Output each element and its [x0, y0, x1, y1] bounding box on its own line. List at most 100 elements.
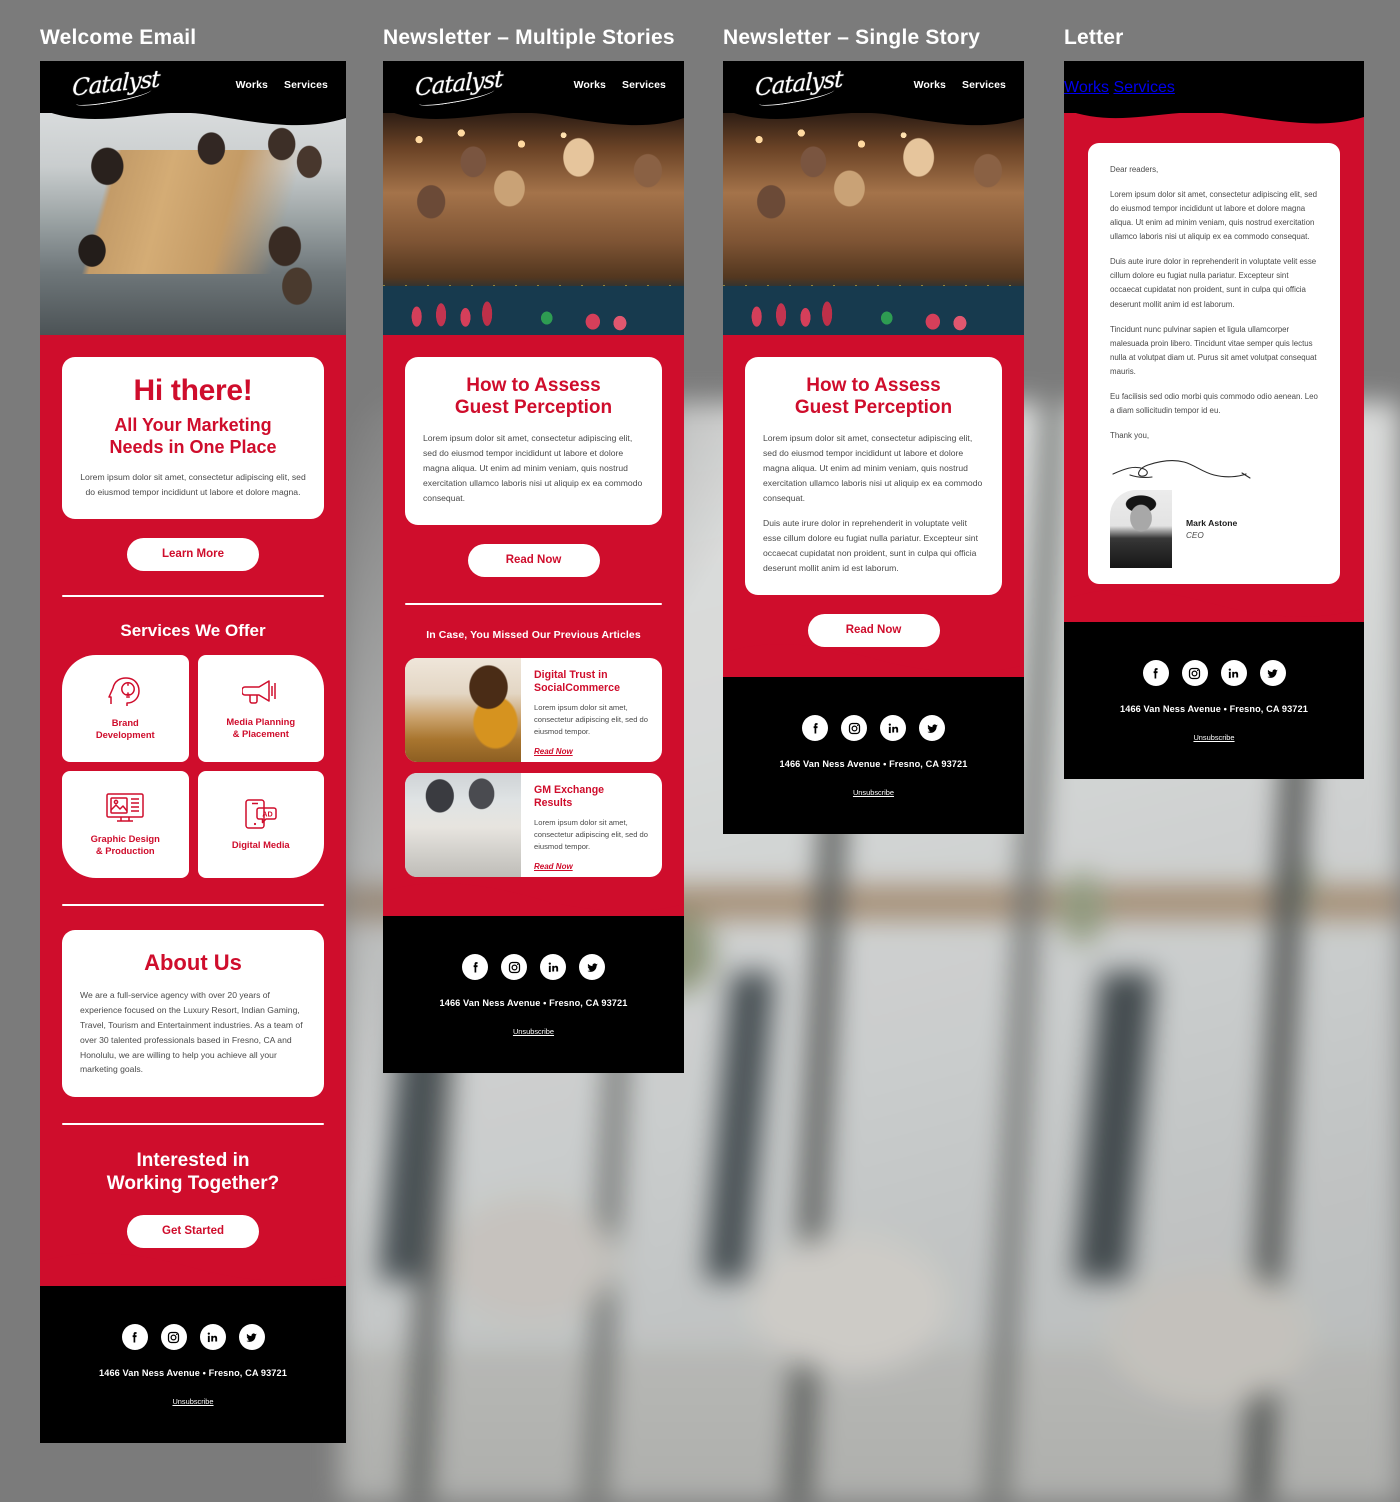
about-title: About Us	[144, 950, 242, 976]
facebook-icon[interactable]	[462, 954, 488, 981]
service-label-brand-development: Brand Development	[96, 717, 155, 741]
nav-link-services[interactable]: Services	[622, 79, 666, 91]
contact-cta-title: Interested in Working Together?	[40, 1149, 346, 1195]
footer-wave-divider	[40, 1253, 346, 1287]
unsubscribe-link[interactable]: Unsubscribe	[513, 1027, 554, 1036]
footer-address: 1466 Van Ness Avenue • Fresno, CA 93721	[99, 1368, 287, 1379]
welcome-subheadline-line1: All Your Marketing	[114, 415, 272, 436]
get-started-button[interactable]: Get Started	[127, 1215, 259, 1249]
services-grid: Brand Development Media Planning & Place…	[40, 655, 346, 879]
twitter-icon[interactable]	[919, 715, 945, 742]
lead-story-card: How to Assess Guest Perception Lorem ips…	[405, 357, 662, 526]
nav-link-works[interactable]: Works	[574, 79, 606, 91]
email-header: Catalyst Works Services	[383, 61, 684, 126]
header-wave-divider	[383, 109, 684, 126]
article0-l1: Digital Trust in	[534, 669, 608, 682]
service-card-brand-development[interactable]: Brand Development	[62, 655, 189, 763]
instagram-icon[interactable]	[160, 1324, 187, 1351]
facebook-icon[interactable]	[121, 1324, 148, 1351]
social-links	[383, 954, 684, 981]
header-wave-divider	[723, 109, 1024, 126]
twitter-icon[interactable]	[579, 954, 605, 981]
article-title: Digital Trust in SocialCommerce	[534, 669, 650, 694]
service-label-digital-media: Digital Media	[232, 839, 290, 851]
column-title-letter: Letter	[1064, 26, 1124, 49]
about-block: About Us We are a full-service agency wi…	[40, 930, 346, 1098]
single-title-line2: Guest Perception	[794, 397, 953, 419]
unsubscribe-link[interactable]: Unsubscribe	[1193, 733, 1234, 742]
catalyst-logo[interactable]: Catalyst	[72, 66, 160, 101]
casino-photo	[723, 113, 1024, 335]
column-letter: Letter Catalyst Works Services Dear read…	[1064, 26, 1364, 779]
nav-link-works[interactable]: Works	[1064, 79, 1109, 96]
column-title-newsletter-single: Newsletter – Single Story	[723, 26, 981, 49]
article-read-now-link[interactable]: Read Now	[534, 862, 573, 871]
signer-name: Mark Astone	[1186, 518, 1238, 528]
svg-text:AD: AD	[262, 810, 272, 819]
welcome-headline: Hi there!	[133, 374, 253, 407]
article-row[interactable]: GM Exchange Results Lorem ipsum dolor si…	[405, 773, 662, 878]
linkedin-icon[interactable]	[880, 715, 906, 742]
divider-rule-1	[405, 603, 662, 606]
welcome-hero-image	[40, 113, 346, 335]
article-read-now-link[interactable]: Read Now	[534, 747, 573, 756]
read-now-button[interactable]: Read Now	[467, 544, 600, 578]
instagram-icon[interactable]	[501, 954, 527, 981]
about-card: About Us We are a full-service agency wi…	[62, 930, 324, 1098]
signer-block: Mark Astone CEO	[1110, 490, 1318, 568]
footer-address: 1466 Van Ness Avenue • Fresno, CA 93721	[1120, 704, 1308, 714]
nav-link-services[interactable]: Services	[284, 79, 328, 91]
linkedin-icon[interactable]	[199, 1324, 226, 1351]
linkedin-icon[interactable]	[540, 954, 566, 981]
column-title-welcome: Welcome Email	[40, 26, 197, 49]
learn-more-button[interactable]: Learn More	[127, 538, 259, 572]
mark-astone-headshot	[1110, 490, 1172, 568]
article-text: GM Exchange Results Lorem ipsum dolor si…	[521, 773, 662, 877]
letter-card: Dear readers, Lorem ipsum dolor sit amet…	[1088, 143, 1340, 584]
cta2-line1: Interested in	[136, 1150, 250, 1172]
newsletter-single-template: Catalyst Works Services How to Assess Gu…	[723, 61, 1024, 835]
monitor-design-icon	[105, 792, 145, 824]
service-card-media-planning[interactable]: Media Planning & Placement	[197, 655, 324, 763]
footer-address: 1466 Van Ness Avenue • Fresno, CA 93721	[439, 998, 628, 1009]
welcome-subheadline: All Your Marketing Needs in One Place	[80, 415, 306, 457]
nav-link-works[interactable]: Works	[914, 79, 946, 91]
facebook-icon[interactable]	[802, 715, 828, 742]
header-nav: Works Services	[1064, 79, 1364, 97]
facebook-icon[interactable]	[1142, 660, 1169, 686]
newsletter-multiple-template: Catalyst Works Services How to Assess Gu…	[383, 61, 684, 1074]
letter-footer: 1466 Van Ness Avenue • Fresno, CA 93721 …	[1064, 589, 1364, 779]
instagram-icon[interactable]	[841, 715, 867, 742]
nav-link-services[interactable]: Services	[962, 79, 1006, 91]
catalyst-logo[interactable]: Catalyst	[755, 66, 843, 101]
twitter-icon[interactable]	[1259, 660, 1286, 686]
lead-story-body: Lorem ipsum dolor sit amet, consectetur …	[423, 433, 643, 503]
linkedin-icon[interactable]	[1220, 660, 1247, 686]
service-card-graphic-design[interactable]: Graphic Design & Production	[62, 771, 189, 879]
catalyst-logo[interactable]: Catalyst	[1064, 61, 1364, 79]
service-card-digital-media[interactable]: AD Digital Media	[197, 771, 324, 879]
newsletter-hero-image	[723, 113, 1024, 335]
column-newsletter-multiple: Newsletter – Multiple Stories Catalyst W…	[383, 26, 684, 1074]
unsubscribe-link[interactable]: Unsubscribe	[853, 788, 894, 797]
article-title: GM Exchange Results	[534, 784, 650, 809]
svc3-l1: Digital Media	[231, 839, 290, 851]
article-text: Digital Trust in SocialCommerce Lorem ip…	[521, 658, 662, 762]
nav-link-services[interactable]: Services	[1114, 79, 1175, 96]
welcome-subheadline-line2: Needs in One Place	[109, 436, 277, 457]
letter-closing: Thank you,	[1110, 430, 1150, 440]
unsubscribe-link[interactable]: Unsubscribe	[172, 1397, 213, 1406]
instagram-icon[interactable]	[1181, 660, 1208, 686]
footer-wave-divider	[383, 883, 684, 917]
welcome-intro-body: Lorem ipsum dolor sit amet, consectetur …	[80, 471, 306, 497]
letter-paragraph-1: Lorem ipsum dolor sit amet, consectetur …	[1110, 190, 1318, 242]
lead-story-title: How to Assess Guest Perception	[423, 375, 644, 419]
nav-link-works[interactable]: Works	[236, 79, 268, 91]
single-story-block: How to Assess Guest Perception Lorem ips…	[723, 357, 1024, 648]
story-title-line1: How to Assess	[466, 375, 601, 396]
twitter-icon[interactable]	[238, 1324, 265, 1351]
article-row[interactable]: Digital Trust in SocialCommerce Lorem ip…	[405, 658, 662, 763]
single-story-title: How to Assess Guest Perception	[763, 375, 984, 419]
catalyst-logo[interactable]: Catalyst	[415, 66, 503, 101]
welcome-intro-block: Hi there! All Your Marketing Needs in On…	[40, 357, 346, 572]
